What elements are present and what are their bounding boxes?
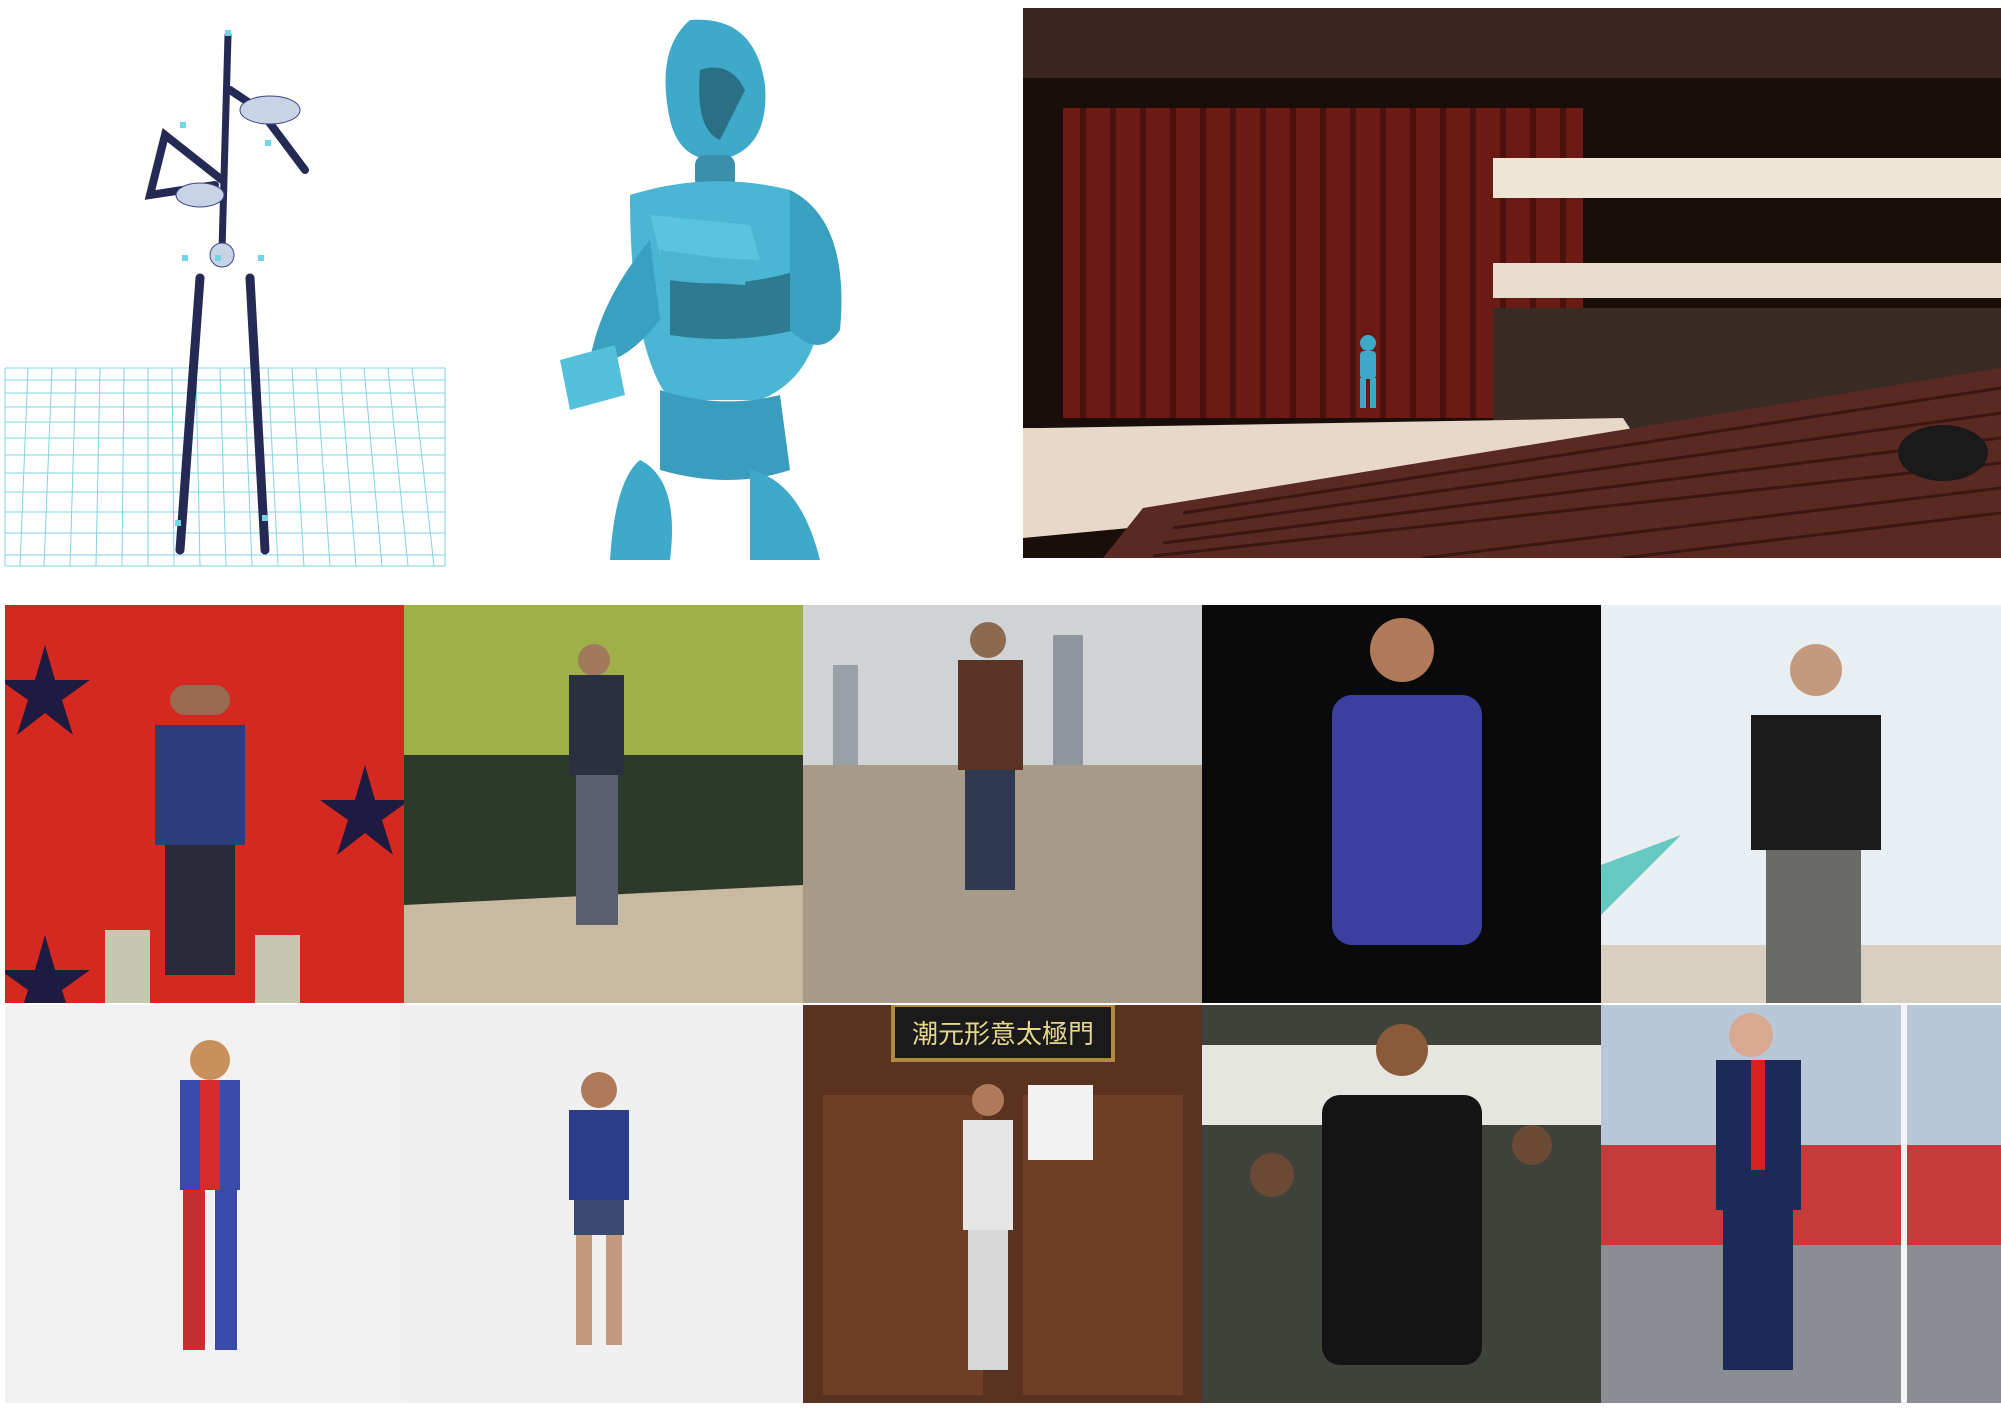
skeleton-rig-panel [0, 0, 450, 570]
person-torso [1322, 1095, 1482, 1365]
balcony-upper [1493, 158, 2001, 198]
person-torso [569, 1110, 629, 1200]
theater-stage-illustration [1023, 8, 2001, 558]
person-torso [958, 660, 1023, 770]
person-torso [1751, 715, 1881, 850]
photo-r1c2 [404, 605, 803, 1003]
photo-r2c3: 潮元形意太極門 [803, 1005, 1202, 1403]
photo-r2c1 [5, 1005, 404, 1403]
photo-r2c3-image: 潮元形意太極門 [803, 1005, 1202, 1403]
dojo-sign-text: 潮元形意太極門 [912, 1020, 1094, 1050]
photo-r1c3-image [803, 605, 1202, 1003]
photo-r1c2-image [404, 605, 803, 1003]
avatar-model-panel [520, 0, 880, 560]
person-torso [569, 675, 624, 775]
photo-r2c5-image [1601, 1005, 2001, 1403]
person-torso [155, 725, 245, 845]
spotlight [1898, 425, 1988, 481]
avatar-model-illustration [520, 0, 880, 560]
photo-r1c4-image [1202, 605, 1601, 1003]
photo-r2c2-image [404, 1005, 803, 1403]
person-torso [1332, 695, 1482, 945]
photo-r1c1 [5, 605, 404, 1003]
photo-r1c5 [1601, 605, 2001, 1003]
photo-r2c1-image [5, 1005, 404, 1403]
skeleton-rig-illustration [0, 0, 450, 570]
photo-r1c4 [1202, 605, 1601, 1003]
photo-r2c4 [1202, 1005, 1601, 1403]
photo-r2c4-image [1202, 1005, 1601, 1403]
ceiling [1023, 8, 2001, 78]
photo-r2c5 [1601, 1005, 2001, 1403]
photo-r1c5-image [1601, 605, 2001, 1003]
theater-stage-panel [1023, 8, 2001, 558]
photo-r1c1-image [5, 605, 404, 1003]
photo-r1c3 [803, 605, 1202, 1003]
person-torso [963, 1120, 1013, 1230]
photo-r2c2 [404, 1005, 803, 1403]
balcony-lower [1493, 263, 2001, 298]
